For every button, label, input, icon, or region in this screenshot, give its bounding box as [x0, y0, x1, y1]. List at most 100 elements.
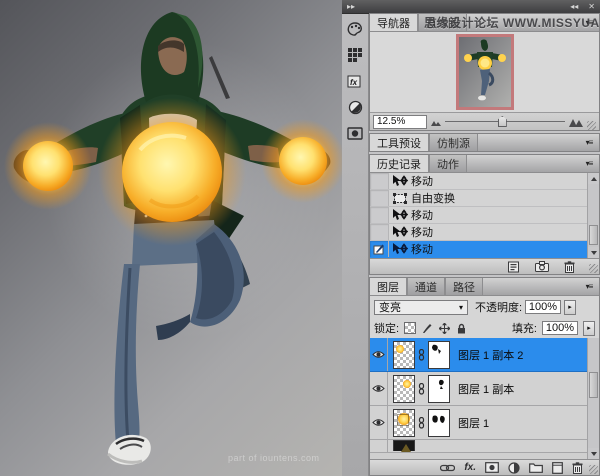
- fill-input[interactable]: 100%: [542, 321, 578, 335]
- layer-thumbnail[interactable]: [393, 409, 415, 437]
- tab-channels[interactable]: 通道: [407, 278, 445, 295]
- layer-row-partial[interactable]: [370, 440, 599, 453]
- link-chain-icon: [415, 383, 428, 395]
- new-group-folder-icon[interactable]: [529, 462, 543, 473]
- layer-thumbnail[interactable]: [393, 341, 415, 369]
- layer-mask-thumbnail[interactable]: [428, 341, 450, 369]
- layer-row[interactable]: 图层 1 副本: [370, 372, 599, 406]
- layer-row[interactable]: 图层 1: [370, 406, 599, 440]
- zoom-in-icon[interactable]: [569, 116, 583, 127]
- layer-thumbnail[interactable]: [393, 375, 415, 403]
- layer-mask-thumbnail[interactable]: [428, 375, 450, 403]
- layer-name: 图层 1 副本 2: [458, 347, 523, 363]
- adjustments-panel-icon[interactable]: [345, 97, 365, 117]
- tab-history[interactable]: 历史记录: [370, 155, 429, 172]
- history-step-label: 移动: [411, 224, 433, 240]
- history-list: 移动 自由变换 移动: [370, 173, 599, 258]
- layers-scrollbar[interactable]: [587, 338, 599, 459]
- layer-style-fx-button[interactable]: fx.: [464, 463, 476, 473]
- styles-panel-icon[interactable]: fx: [345, 71, 365, 91]
- tab-actions[interactable]: 动作: [429, 155, 467, 172]
- scroll-up-icon[interactable]: [588, 173, 599, 184]
- new-snapshot-button[interactable]: [535, 261, 549, 272]
- history-row[interactable]: 移动: [370, 173, 599, 190]
- navigator-preview-area: [370, 32, 599, 112]
- history-panel-menu-icon[interactable]: ▾≡: [579, 155, 599, 172]
- masks-panel-icon[interactable]: [345, 123, 365, 143]
- add-layer-mask-button[interactable]: [485, 462, 499, 473]
- history-brush-well[interactable]: [370, 190, 389, 206]
- history-row[interactable]: 移动: [370, 207, 599, 224]
- tab-navigator[interactable]: 导航器: [370, 14, 418, 31]
- close-icon[interactable]: ✕: [583, 0, 600, 13]
- history-brush-source-icon[interactable]: [370, 241, 389, 257]
- swatches-panel-icon[interactable]: [345, 45, 365, 65]
- link-layers-button[interactable]: [440, 464, 455, 472]
- tab-layers[interactable]: 图层: [370, 278, 407, 295]
- link-chain-icon: [415, 349, 428, 361]
- layers-panel: 图层 通道 路径 ▾≡ 变亮 ▾ 不透明度: 100% ▸ 锁定:: [369, 277, 600, 476]
- move-tool-icon: [389, 175, 411, 187]
- scroll-down-icon[interactable]: [588, 247, 599, 258]
- scroll-down-icon[interactable]: [588, 448, 599, 459]
- dock-expand-button[interactable]: ▸▸: [342, 0, 360, 13]
- tab-paths[interactable]: 路径: [445, 278, 483, 295]
- visibility-eye-icon[interactable]: [370, 372, 388, 405]
- history-scroll-thumb[interactable]: [589, 225, 598, 245]
- history-brush-well[interactable]: [370, 173, 389, 189]
- history-panel: 历史记录 动作 ▾≡ 移动: [369, 154, 600, 275]
- blend-mode-value: 变亮: [379, 299, 401, 315]
- zoom-percent-input[interactable]: [373, 115, 427, 129]
- lock-paint-brush-icon[interactable]: [421, 322, 433, 334]
- layers-tabbar: 图层 通道 路径 ▾≡: [370, 278, 599, 296]
- history-row[interactable]: 移动: [370, 224, 599, 241]
- new-layer-button[interactable]: [552, 462, 563, 474]
- lock-transparency-icon[interactable]: [404, 322, 416, 334]
- visibility-eye-icon[interactable]: [370, 338, 388, 371]
- tool-presets-panel-menu-icon[interactable]: ▾≡: [579, 134, 599, 151]
- opacity-input[interactable]: 100%: [525, 300, 561, 314]
- delete-layer-trash-icon[interactable]: [572, 462, 583, 474]
- history-row-selected[interactable]: 移动: [370, 241, 599, 258]
- lock-all-icon[interactable]: [455, 322, 467, 334]
- visibility-eye-icon[interactable]: [370, 406, 388, 439]
- tab-clone-source[interactable]: 仿制源: [429, 134, 478, 151]
- layer-row-selected[interactable]: 图层 1 副本 2: [370, 338, 599, 372]
- free-transform-icon: [389, 192, 411, 205]
- history-brush-well[interactable]: [370, 224, 389, 240]
- collapse-to-icons-button[interactable]: ◂◂: [565, 0, 583, 13]
- history-resize-grip[interactable]: [589, 264, 598, 273]
- history-scrollbar[interactable]: [587, 173, 599, 258]
- photo-watermark: part of iountens.com: [228, 453, 320, 463]
- blend-row: 变亮 ▾ 不透明度: 100% ▸: [370, 296, 599, 318]
- layers-scroll-thumb[interactable]: [589, 372, 598, 398]
- zoom-out-icon[interactable]: [431, 118, 441, 126]
- lock-label: 锁定:: [374, 320, 399, 336]
- tab-tool-presets[interactable]: 工具预设: [370, 134, 429, 151]
- opacity-slider-button[interactable]: ▸: [564, 300, 576, 315]
- delete-state-trash-icon[interactable]: [564, 261, 575, 273]
- new-adjustment-layer-button[interactable]: [508, 462, 520, 474]
- chevron-down-icon: ▾: [459, 303, 463, 312]
- navigator-resize-grip[interactable]: [587, 121, 596, 130]
- canvas-image[interactable]: part of iountens.com: [0, 0, 342, 476]
- layer-mask-thumbnail[interactable]: [428, 409, 450, 437]
- layers-panel-menu-icon[interactable]: ▾≡: [579, 278, 599, 295]
- layer-name: 图层 1: [458, 415, 489, 431]
- blend-mode-dropdown[interactable]: 变亮 ▾: [374, 300, 468, 315]
- zoom-slider[interactable]: [445, 121, 565, 122]
- layers-bottom-bar: fx.: [370, 459, 599, 475]
- fill-slider-button[interactable]: ▸: [583, 321, 595, 336]
- navigator-proxy-view[interactable]: [456, 34, 514, 110]
- lock-row: 锁定: 填充: 100% ▸: [370, 318, 599, 338]
- new-document-from-state-button[interactable]: [507, 261, 520, 273]
- background-layer-thumbnail[interactable]: [393, 440, 415, 451]
- history-step-label: 自由变换: [411, 190, 455, 206]
- color-panel-icon[interactable]: [345, 19, 365, 39]
- layers-resize-grip[interactable]: [589, 465, 598, 474]
- zoom-slider-thumb[interactable]: [498, 116, 507, 127]
- history-brush-well[interactable]: [370, 207, 389, 223]
- lock-position-icon[interactable]: [438, 322, 450, 334]
- svg-text:fx: fx: [350, 78, 358, 87]
- history-row[interactable]: 自由变换: [370, 190, 599, 207]
